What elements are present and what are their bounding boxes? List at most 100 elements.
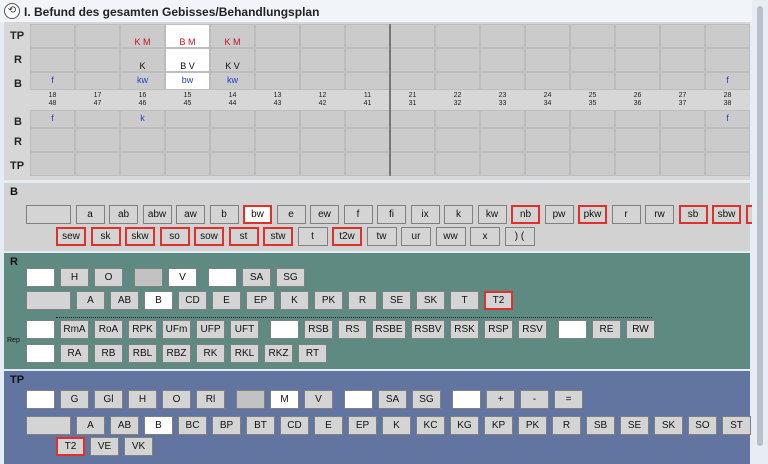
tp-code-button-so[interactable]: SO [688,416,717,435]
tp-code-button-blank[interactable] [26,390,55,409]
scrollbar-thumb[interactable] [757,6,763,446]
tp-code-button-e[interactable]: E [314,416,343,435]
b-code-button-kw[interactable]: kw [477,205,507,224]
r-code-button-rw[interactable]: RW [626,320,655,339]
tooth-cell[interactable] [30,24,75,48]
b-code-button-t2w[interactable]: t2w [332,227,362,246]
tooth-cell[interactable] [525,24,570,48]
tooth-cell[interactable] [120,128,165,152]
r-code-button-rsb[interactable]: RSB [304,320,333,339]
tooth-cell[interactable] [480,24,525,48]
r-code-button-rsv[interactable]: RSV [518,320,547,339]
tooth-cell[interactable] [615,48,660,72]
tooth-cell[interactable] [345,110,390,128]
r-code-button-blank[interactable] [26,344,55,363]
tooth-cell[interactable] [660,72,705,90]
r-code-button-rkl[interactable]: RKL [230,344,259,363]
tooth-cell[interactable] [210,128,255,152]
tp-code-button-se[interactable]: SE [620,416,649,435]
r-code-button-rsk[interactable]: RSK [450,320,479,339]
r-code-button-ab[interactable]: AB [110,291,139,310]
tp-code-button-sk[interactable]: SK [654,416,683,435]
tooth-cell[interactable] [345,72,390,90]
tp-code-button-k[interactable]: K [382,416,411,435]
tooth-cell[interactable] [300,72,345,90]
tp-code-button-vk[interactable]: VK [124,437,153,456]
tooth-cell[interactable] [210,152,255,176]
b-code-button-fi[interactable]: fi [377,205,406,224]
r-code-button-rkz[interactable]: RKZ [264,344,293,363]
b-code-button-k[interactable]: k [444,205,473,224]
tooth-cell[interactable] [570,72,615,90]
b-code-button-ab[interactable]: ab [109,205,138,224]
tp-code-button-bp[interactable]: BP [212,416,241,435]
tooth-cell[interactable] [615,110,660,128]
tooth-cell[interactable] [390,110,435,128]
r-code-button-uft[interactable]: UFT [230,320,259,339]
tp-code-button-m[interactable]: M [270,390,299,409]
tooth-cell[interactable] [75,110,120,128]
b-code-button-x[interactable]: x [470,227,500,246]
tp-code-button-sym[interactable]: - [520,390,549,409]
r-code-button-roa[interactable]: RoA [94,320,123,339]
tooth-cell[interactable] [75,48,120,72]
r-code-button-rsp[interactable]: RSP [484,320,513,339]
tooth-cell[interactable] [480,152,525,176]
r-code-button-rsbv[interactable]: RSBV [411,320,445,339]
tp-code-button-ve[interactable]: VE [90,437,119,456]
b-code-button-b[interactable]: b [209,205,239,224]
r-code-button-t2[interactable]: T2 [484,291,513,310]
tooth-cell[interactable] [75,128,120,152]
tooth-cell[interactable] [435,48,480,72]
tooth-cell[interactable] [300,110,345,128]
tp-code-button-blank[interactable] [26,416,71,435]
tooth-cell[interactable] [660,24,705,48]
tooth-cell[interactable] [435,110,480,128]
tooth-cell[interactable] [525,110,570,128]
tooth-cell[interactable] [570,110,615,128]
tooth-cell[interactable] [435,24,480,48]
tp-code-button-ab[interactable]: AB [110,416,139,435]
r-code-button-rma[interactable]: RmA [60,320,89,339]
tp-code-button-b[interactable]: B [144,416,173,435]
tooth-cell[interactable] [255,48,300,72]
r-code-button-rpk[interactable]: RPK [128,320,157,339]
r-code-button-h[interactable]: H [60,268,89,287]
tp-code-button-kc[interactable]: KC [416,416,445,435]
tooth-cell[interactable] [615,24,660,48]
tooth-cell[interactable] [525,152,570,176]
r-code-button-k[interactable]: K [280,291,309,310]
b-code-button-so[interactable]: so [159,227,190,246]
tooth-cell[interactable] [75,152,120,176]
tooth-cell[interactable] [30,48,75,72]
tooth-cell[interactable] [660,152,705,176]
b-code-button-ix[interactable]: ix [410,205,440,224]
tooth-cell[interactable] [255,24,300,48]
tp-code-button-ep[interactable]: EP [348,416,377,435]
tooth-cell[interactable] [345,152,390,176]
tooth-cell[interactable] [435,128,480,152]
tp-code-button-g[interactable]: G [60,390,89,409]
r-code-button-sa[interactable]: SA [242,268,271,287]
tooth-cell[interactable] [660,48,705,72]
b-code-button-skw[interactable]: skw [125,227,155,246]
r-code-button-blank[interactable] [26,320,55,339]
r-code-button-rs[interactable]: RS [338,320,367,339]
tooth-cell[interactable] [615,152,660,176]
r-code-button-rt[interactable]: RT [298,344,327,363]
tooth-cell[interactable] [30,152,75,176]
r-code-button-rsbe[interactable]: RSBE [372,320,406,339]
r-code-button-rb[interactable]: RB [94,344,123,363]
b-code-button-blank[interactable] [26,205,71,224]
r-code-button-cd[interactable]: CD [178,291,207,310]
tp-code-button-blank[interactable] [236,390,265,409]
tooth-cell[interactable] [345,48,390,72]
tooth-cell[interactable] [480,110,525,128]
tooth-cell[interactable] [165,110,210,128]
tooth-cell[interactable] [480,128,525,152]
tooth-cell[interactable] [525,128,570,152]
tooth-cell[interactable] [345,24,390,48]
r-code-button-blank[interactable] [208,268,237,287]
b-code-button-sk[interactable]: sk [90,227,121,246]
b-code-button-pw[interactable]: pw [544,205,574,224]
